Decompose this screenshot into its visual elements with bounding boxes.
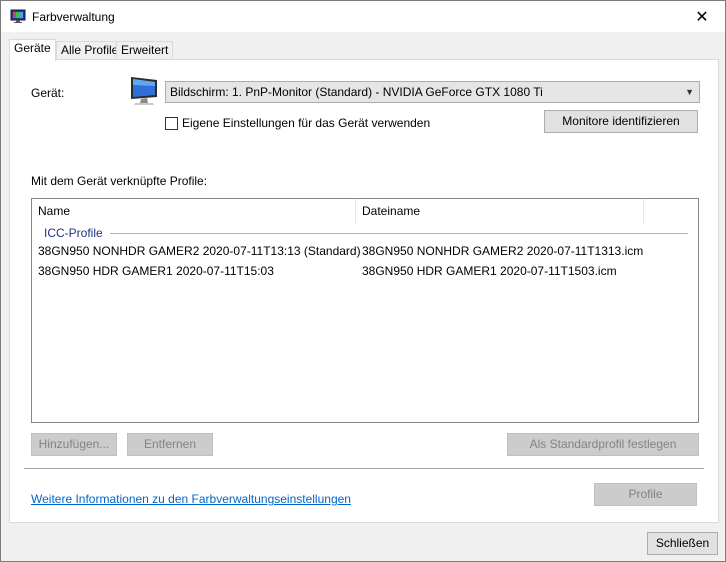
color-management-icon: [10, 9, 26, 23]
profile-button[interactable]: Profile: [594, 483, 697, 506]
tab-advanced[interactable]: Erweitert: [116, 41, 174, 60]
group-divider: [110, 233, 688, 234]
profile-filename: 38GN950 HDR GAMER1 2020-07-11T1503.icm: [362, 264, 617, 278]
close-icon: ✕: [695, 8, 709, 26]
profiles-list[interactable]: Name Dateiname ICC-Profile 38GN950 NONHD…: [31, 198, 699, 423]
identify-monitors-button[interactable]: Monitore identifizieren: [544, 110, 698, 133]
group-header-icc: ICC-Profile: [44, 226, 103, 240]
table-row[interactable]: 38GN950 NONHDR GAMER2 2020-07-11T13:13 (…: [32, 242, 698, 261]
profile-name: 38GN950 HDR GAMER1 2020-07-11T15:03: [38, 264, 274, 278]
set-default-profile-button[interactable]: Als Standardprofil festlegen: [507, 433, 699, 456]
window-title: Farbverwaltung: [32, 10, 115, 24]
title-bar: Farbverwaltung ✕: [1, 1, 725, 32]
custom-settings-label[interactable]: Eigene Einstellungen für das Gerät verwe…: [182, 116, 430, 130]
device-select-value: Bildschirm: 1. PnP-Monitor (Standard) - …: [170, 85, 543, 99]
profile-filename: 38GN950 NONHDR GAMER2 2020-07-11T1313.ic…: [362, 244, 644, 258]
tab-all-profiles[interactable]: Alle Profile: [56, 41, 124, 60]
column-header-filename[interactable]: Dateiname: [356, 199, 643, 223]
add-profile-button[interactable]: Hinzufügen...: [31, 433, 117, 456]
chevron-down-icon: ▼: [685, 87, 694, 97]
table-row[interactable]: 38GN950 HDR GAMER1 2020-07-11T15:03 38GN…: [32, 262, 698, 281]
linked-profiles-label: Mit dem Gerät verknüpfte Profile:: [31, 174, 208, 188]
column-header-name[interactable]: Name: [32, 199, 355, 223]
list-header: Name Dateiname: [32, 199, 698, 223]
custom-settings-checkbox[interactable]: [165, 117, 178, 130]
section-divider: [24, 468, 704, 469]
monitor-icon: [131, 77, 157, 105]
tab-devices[interactable]: Geräte: [9, 39, 56, 61]
close-button[interactable]: Schließen: [647, 532, 718, 555]
devices-panel: Gerät: Bildschirm: 1. PnP-Monitor (Stand…: [9, 59, 719, 523]
column-divider[interactable]: [643, 199, 644, 223]
device-label: Gerät:: [31, 86, 65, 100]
color-management-window: Farbverwaltung ✕ Geräte Alle Profile Erw…: [0, 0, 726, 562]
device-select[interactable]: Bildschirm: 1. PnP-Monitor (Standard) - …: [165, 81, 700, 103]
close-window-button[interactable]: ✕: [679, 1, 725, 32]
profile-name: 38GN950 NONHDR GAMER2 2020-07-11T13:13 (…: [38, 244, 361, 258]
remove-profile-button[interactable]: Entfernen: [127, 433, 213, 456]
more-info-link[interactable]: Weitere Informationen zu den Farbverwalt…: [31, 492, 351, 506]
